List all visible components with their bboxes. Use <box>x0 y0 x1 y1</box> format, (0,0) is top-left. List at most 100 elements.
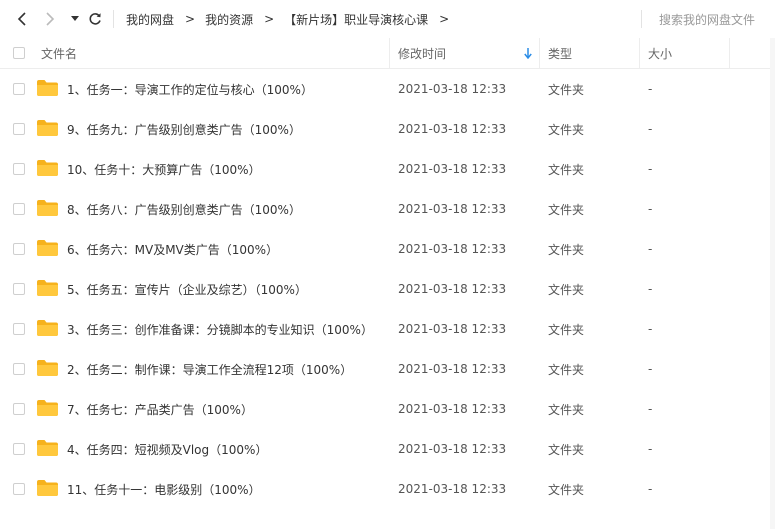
column-divider[interactable] <box>389 38 390 68</box>
folder-icon <box>37 80 58 96</box>
table-row[interactable]: 1、任务一：导演工作的定位与核心（100%） 2021-03-18 12:33 … <box>0 69 775 109</box>
scrollbar-track[interactable] <box>770 38 775 529</box>
file-size: - <box>648 202 653 216</box>
refresh-icon <box>89 13 101 25</box>
sort-down-arrow-icon <box>524 48 532 59</box>
row-checkbox[interactable] <box>13 123 25 135</box>
breadcrumb-item-current-folder[interactable]: 【新片场】职业导演核心课 <box>284 11 428 28</box>
file-modified: 2021-03-18 12:33 <box>398 202 507 216</box>
file-name: 1、任务一：导演工作的定位与核心（100%） <box>67 82 313 97</box>
row-checkbox[interactable] <box>13 403 25 415</box>
file-size: - <box>648 242 653 256</box>
column-header: 文件名 修改时间 类型 大小 <box>0 38 775 69</box>
folder-icon <box>37 200 58 216</box>
file-type: 文件夹 <box>548 362 585 377</box>
table-row[interactable]: 3、任务三：创作准备课：分镜脚本的专业知识（100%） 2021-03-18 1… <box>0 309 775 349</box>
file-name: 5、任务五：宣传片（企业及综艺）（100%） <box>67 282 307 297</box>
folder-icon <box>37 440 58 456</box>
file-type: 文件夹 <box>548 402 585 417</box>
table-row[interactable]: 5、任务五：宣传片（企业及综艺）（100%） 2021-03-18 12:33 … <box>0 269 775 309</box>
table-row[interactable]: 2、任务二：制作课：导演工作全流程12项（100%） 2021-03-18 12… <box>0 349 775 389</box>
folder-icon <box>37 240 58 256</box>
chevron-left-icon <box>17 12 26 26</box>
file-name: 11、任务十一：电影级别（100%） <box>67 482 261 497</box>
file-modified: 2021-03-18 12:33 <box>398 82 507 96</box>
breadcrumb-item-my-drive[interactable]: 我的网盘 <box>126 11 174 28</box>
row-checkbox[interactable] <box>13 83 25 95</box>
search-input[interactable]: 搜索我的网盘文件 <box>642 8 772 30</box>
file-name: 10、任务十：大预算广告（100%） <box>67 162 261 177</box>
breadcrumb-separator: > <box>439 12 450 26</box>
breadcrumb-separator: > <box>185 12 196 26</box>
file-type: 文件夹 <box>548 442 585 457</box>
column-divider[interactable] <box>729 38 730 68</box>
folder-icon <box>37 280 58 296</box>
forward-button[interactable] <box>40 6 60 32</box>
toolbar-divider <box>113 10 114 28</box>
toolbar: 我的网盘 > 我的资源 > 【新片场】职业导演核心课 > 搜索我的网盘文件 <box>0 0 775 38</box>
refresh-button[interactable] <box>86 6 104 32</box>
breadcrumb-item-my-resources[interactable]: 我的资源 <box>205 11 253 28</box>
file-size: - <box>648 282 653 296</box>
back-button[interactable] <box>12 6 32 32</box>
table-row[interactable]: 6、任务六：MV及MV类广告（100%） 2021-03-18 12:33 文件… <box>0 229 775 269</box>
file-modified: 2021-03-18 12:33 <box>398 122 507 136</box>
breadcrumb-separator: > <box>264 12 275 26</box>
column-name[interactable]: 文件名 <box>41 38 77 68</box>
row-checkbox[interactable] <box>13 283 25 295</box>
column-type[interactable]: 类型 <box>548 38 572 68</box>
row-checkbox[interactable] <box>13 483 25 495</box>
row-checkbox[interactable] <box>13 443 25 455</box>
file-modified: 2021-03-18 12:33 <box>398 282 507 296</box>
column-modified-label: 修改时间 <box>398 46 447 61</box>
file-type: 文件夹 <box>548 282 585 297</box>
file-name: 8、任务八：广告级别创意类广告（100%） <box>67 202 301 217</box>
file-size: - <box>648 322 653 336</box>
file-size: - <box>648 82 653 96</box>
table-row[interactable]: 4、任务四：短视频及Vlog（100%） 2021-03-18 12:33 文件… <box>0 429 775 469</box>
row-checkbox[interactable] <box>13 363 25 375</box>
file-modified: 2021-03-18 12:33 <box>398 482 507 496</box>
column-modified[interactable]: 修改时间 <box>398 38 538 68</box>
file-name: 4、任务四：短视频及Vlog（100%） <box>67 442 268 457</box>
file-size: - <box>648 362 653 376</box>
row-checkbox[interactable] <box>13 323 25 335</box>
file-name: 7、任务七：产品类广告（100%） <box>67 402 253 417</box>
table-row[interactable]: 7、任务七：产品类广告（100%） 2021-03-18 12:33 文件夹 - <box>0 389 775 429</box>
folder-icon <box>37 360 58 376</box>
file-size: - <box>648 482 653 496</box>
select-all-checkbox[interactable] <box>13 47 25 59</box>
folder-icon <box>37 120 58 136</box>
table-row[interactable]: 8、任务八：广告级别创意类广告（100%） 2021-03-18 12:33 文… <box>0 189 775 229</box>
file-modified: 2021-03-18 12:33 <box>398 402 507 416</box>
file-type: 文件夹 <box>548 322 585 337</box>
chevron-right-icon <box>46 12 55 26</box>
folder-icon <box>37 160 58 176</box>
column-size[interactable]: 大小 <box>648 38 672 68</box>
breadcrumb: 我的网盘 > 我的资源 > 【新片场】职业导演核心课 > <box>126 0 459 38</box>
table-row[interactable]: 9、任务九：广告级别创意类广告（100%） 2021-03-18 12:33 文… <box>0 109 775 149</box>
table-row[interactable]: 10、任务十：大预算广告（100%） 2021-03-18 12:33 文件夹 … <box>0 149 775 189</box>
table-row[interactable]: 11、任务十一：电影级别（100%） 2021-03-18 12:33 文件夹 … <box>0 469 775 509</box>
history-dropdown-button[interactable] <box>68 6 82 32</box>
folder-icon <box>37 480 58 496</box>
file-size: - <box>648 442 653 456</box>
file-list: 1、任务一：导演工作的定位与核心（100%） 2021-03-18 12:33 … <box>0 69 775 509</box>
file-type: 文件夹 <box>548 122 585 137</box>
folder-icon <box>37 320 58 336</box>
file-modified: 2021-03-18 12:33 <box>398 322 507 336</box>
file-type: 文件夹 <box>548 82 585 97</box>
column-divider[interactable] <box>639 38 640 68</box>
file-modified: 2021-03-18 12:33 <box>398 362 507 376</box>
row-checkbox[interactable] <box>13 163 25 175</box>
file-type: 文件夹 <box>548 202 585 217</box>
file-modified: 2021-03-18 12:33 <box>398 242 507 256</box>
file-name: 2、任务二：制作课：导演工作全流程12项（100%） <box>67 362 353 377</box>
row-checkbox[interactable] <box>13 243 25 255</box>
column-divider[interactable] <box>539 38 540 68</box>
file-size: - <box>648 162 653 176</box>
file-type: 文件夹 <box>548 162 585 177</box>
file-type: 文件夹 <box>548 242 585 257</box>
file-modified: 2021-03-18 12:33 <box>398 162 507 176</box>
row-checkbox[interactable] <box>13 203 25 215</box>
